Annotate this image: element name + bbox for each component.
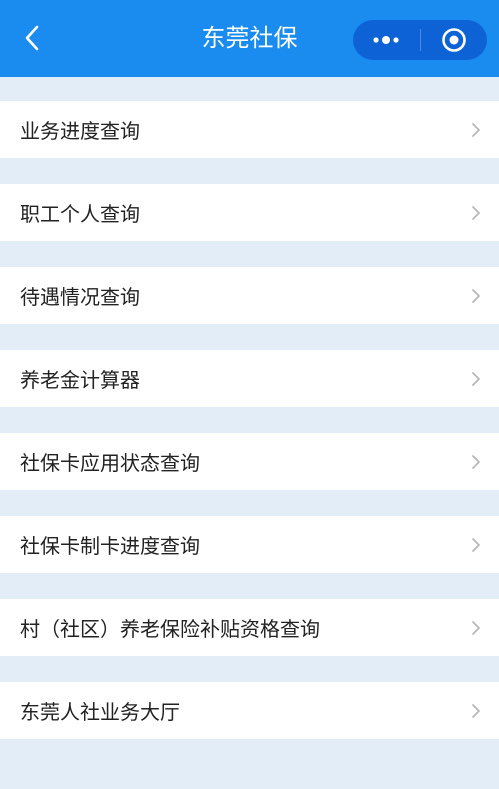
chevron-right-icon: [469, 370, 483, 388]
menu-item-business-progress[interactable]: 业务进度查询: [0, 101, 499, 158]
menu-item-card-production[interactable]: 社保卡制卡进度查询: [0, 516, 499, 573]
menu-item-benefits-query[interactable]: 待遇情况查询: [0, 267, 499, 324]
chevron-right-icon: [469, 536, 483, 554]
chevron-right-icon: [469, 287, 483, 305]
more-button[interactable]: [353, 20, 420, 60]
menu-list: 业务进度查询 职工个人查询 待遇情况查询 养老金计算器 社保卡应用状态查询 社保…: [0, 101, 499, 765]
chevron-right-icon: [469, 619, 483, 637]
menu-item-label: 养老金计算器: [20, 368, 140, 392]
menu-item-service-hall[interactable]: 东莞人社业务大厅: [0, 682, 499, 739]
chevron-right-icon: [469, 204, 483, 222]
menu-item-label: 社保卡应用状态查询: [20, 451, 200, 475]
menu-item-card-status[interactable]: 社保卡应用状态查询: [0, 433, 499, 490]
menu-item-pension-calculator[interactable]: 养老金计算器: [0, 350, 499, 407]
back-button[interactable]: [12, 18, 52, 58]
close-button[interactable]: [421, 20, 488, 60]
more-dots-icon: [373, 36, 399, 44]
chevron-right-icon: [469, 702, 483, 720]
menu-item-label: 村（社区）养老保险补贴资格查询: [20, 617, 320, 641]
menu-item-village-pension-subsidy[interactable]: 村（社区）养老保险补贴资格查询: [0, 599, 499, 656]
chevron-right-icon: [469, 453, 483, 471]
target-circle-icon: [441, 28, 466, 52]
menu-item-label: 社保卡制卡进度查询: [20, 534, 200, 558]
chevron-left-icon: [25, 25, 39, 51]
menu-item-employee-query[interactable]: 职工个人查询: [0, 184, 499, 241]
menu-item-label: 职工个人查询: [20, 202, 140, 226]
menu-item-label: 东莞人社业务大厅: [20, 700, 180, 724]
menu-item-label: 待遇情况查询: [20, 285, 140, 309]
mini-program-capsule: [353, 20, 487, 60]
chevron-right-icon: [469, 121, 483, 139]
title-bar: 东莞社保: [0, 0, 499, 77]
menu-item-label: 业务进度查询: [20, 119, 140, 143]
